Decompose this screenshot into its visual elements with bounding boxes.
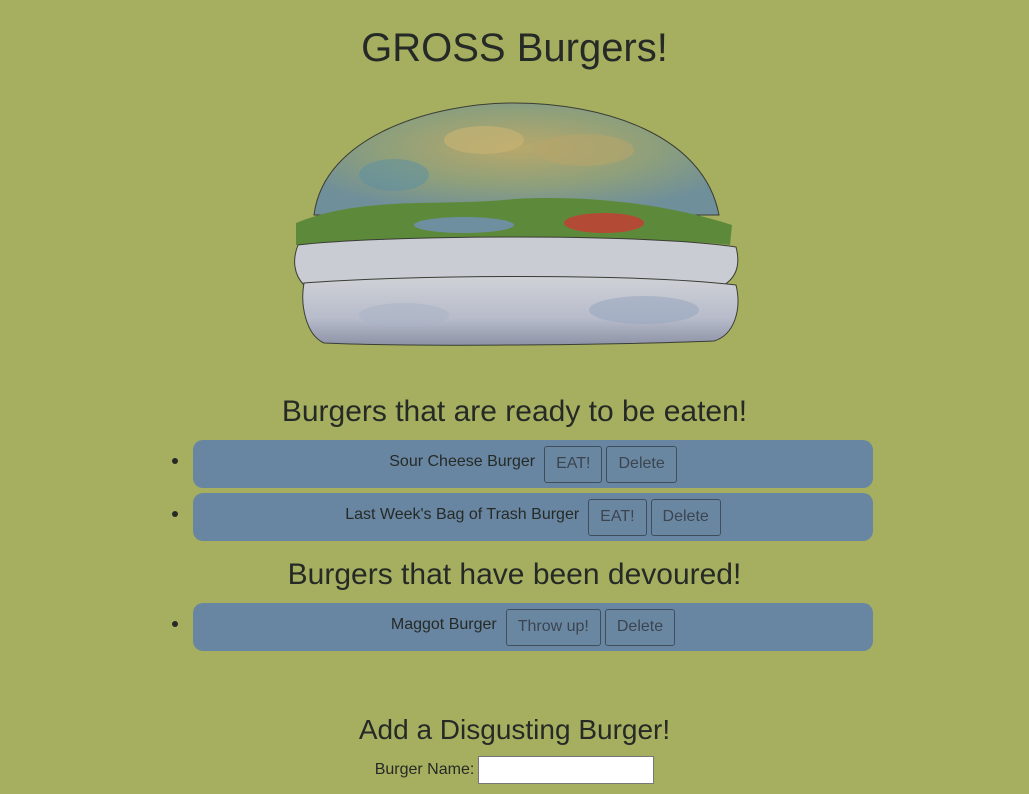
bullet-icon [172, 458, 178, 464]
delete-button[interactable]: Delete [604, 608, 676, 646]
list-item: Last Week's Bag of Trash Burger EAT! Del… [172, 493, 873, 541]
devoured-section-heading: Burgers that have been devoured! [287, 558, 742, 591]
ready-section-heading: Burgers that are ready to be eaten! [281, 395, 748, 428]
burger-name: Maggot Burger [390, 616, 497, 633]
bullet-icon [172, 621, 178, 627]
add-burger-form: Burger Name: [0, 756, 1029, 784]
burger-name-input[interactable] [478, 756, 655, 784]
burger-name: Sour Cheese Burger [389, 453, 536, 470]
delete-button[interactable]: Delete [650, 498, 721, 536]
page-title: GROSS Burgers! [361, 26, 668, 70]
add-burger-heading: Add a Disgusting Burger! [358, 714, 671, 745]
burger-name-label: Burger Name: [374, 761, 475, 778]
delete-button[interactable]: Delete [606, 445, 677, 483]
list-item: Sour Cheese Burger EAT! Delete [172, 440, 873, 488]
burger-name: Last Week's Bag of Trash Burger [345, 506, 580, 523]
eat-button[interactable]: EAT! [588, 498, 647, 536]
moldy-burger-image [294, 102, 739, 346]
throw-up-button[interactable]: Throw up! [505, 608, 601, 646]
eat-button[interactable]: EAT! [544, 445, 603, 483]
list-item: Maggot Burger Throw up! Delete [172, 603, 873, 651]
bullet-icon [172, 511, 178, 517]
